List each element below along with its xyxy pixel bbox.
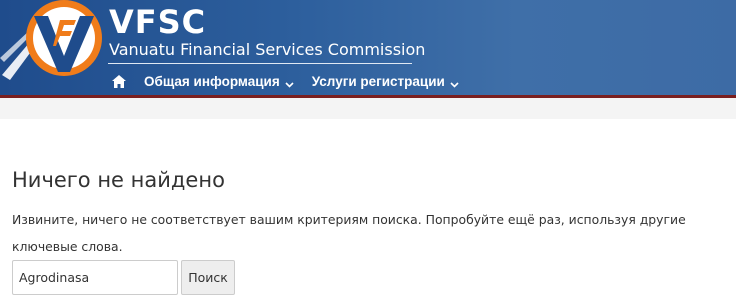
main-nav: Общая информация Услуги регистрации xyxy=(110,70,477,92)
chevron-down-icon xyxy=(450,77,459,88)
brand-subtitle: Vanuatu Financial Services Commission xyxy=(109,40,426,59)
nav-item-label: Услуги регистрации xyxy=(311,73,445,89)
chevron-down-icon xyxy=(285,77,294,88)
site-header: VFSC Vanuatu Financial Services Commissi… xyxy=(0,0,736,98)
no-results-message: Извините, ничего не соответствует вашим … xyxy=(12,212,686,254)
brand-underline xyxy=(108,63,412,64)
breadcrumb-bar xyxy=(0,98,736,119)
search-input[interactable] xyxy=(12,260,178,295)
page-title: Ничего не найдено xyxy=(12,168,225,192)
nav-item-label: Общая информация xyxy=(144,73,280,89)
home-icon[interactable] xyxy=(110,72,128,90)
vfsc-logo-icon[interactable] xyxy=(0,0,110,90)
nav-item-registration-services[interactable]: Услуги регистрации xyxy=(312,74,459,89)
brand-title[interactable]: VFSC xyxy=(109,3,206,41)
search-form: Поиск xyxy=(12,260,235,295)
nav-item-general-info[interactable]: Общая информация xyxy=(144,74,294,89)
search-button[interactable]: Поиск xyxy=(181,260,235,295)
